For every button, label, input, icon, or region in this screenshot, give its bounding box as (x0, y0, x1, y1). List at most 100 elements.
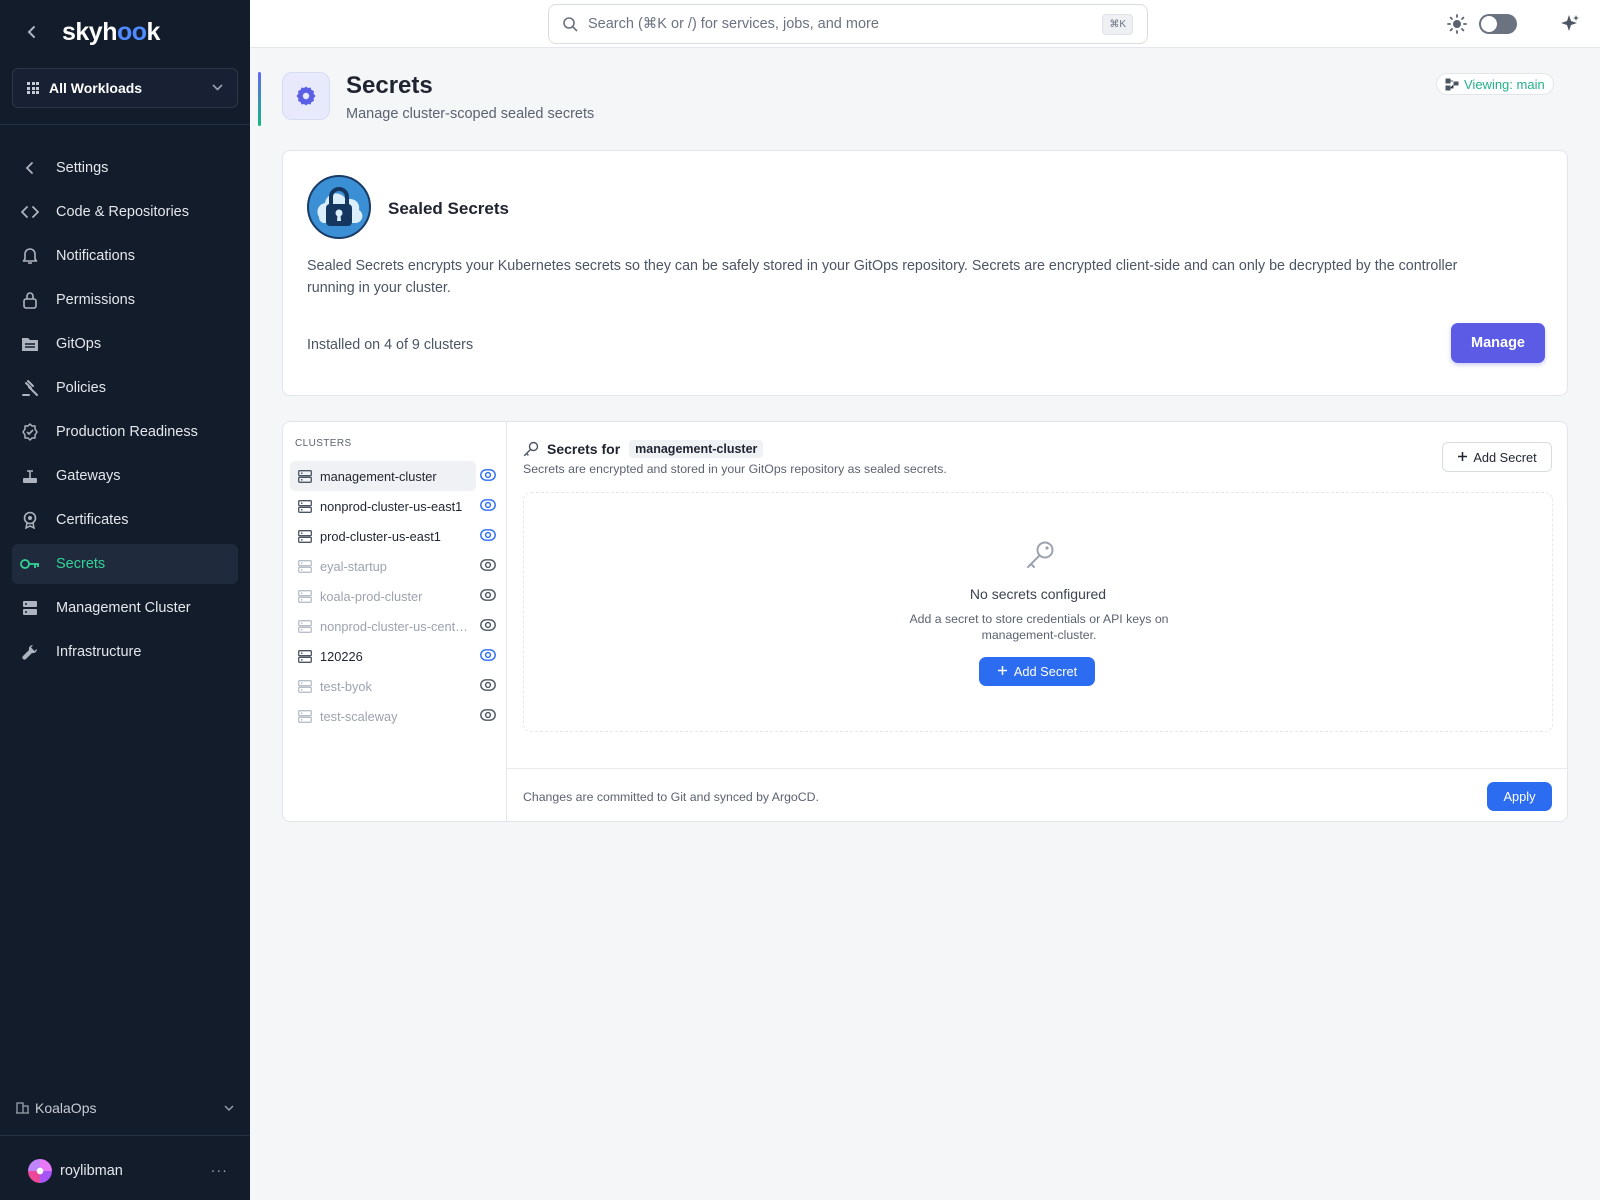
router-icon (20, 466, 40, 486)
cluster-item[interactable]: nonprod-cluster-us-central1 (290, 611, 500, 641)
sidebar-item-label: Gateways (56, 468, 121, 484)
page-title: Secrets (346, 72, 433, 99)
badge-check-icon (20, 422, 40, 442)
cluster-name: 120226 (320, 648, 363, 664)
cluster-name: management-cluster (320, 468, 437, 484)
search-shortcut-badge: ⌘K (1102, 13, 1133, 35)
sidebar-item-management-cluster[interactable]: Management Cluster (12, 588, 238, 628)
empty-state: No secrets configured Add a secret to st… (523, 492, 1553, 732)
cluster-name: test-byok (320, 678, 372, 694)
server-icon (298, 679, 312, 693)
avatar (28, 1159, 52, 1183)
sidebar-item-label: Infrastructure (56, 644, 142, 660)
cluster-item[interactable]: management-cluster (290, 461, 496, 491)
sidebar-item-notifications[interactable]: Notifications (12, 236, 238, 276)
folder-icon (20, 334, 40, 354)
user-menu[interactable]: roylibman ··· (28, 1158, 228, 1184)
sidebar-item-label: Permissions (56, 292, 135, 308)
search-input[interactable] (588, 16, 1103, 32)
add-secret-button[interactable]: Add Secret (1442, 442, 1552, 472)
server-icon (298, 499, 312, 513)
secrets-title-prefix: Secrets for (547, 441, 621, 457)
sidebar-item-certificates[interactable]: Certificates (12, 500, 238, 540)
sidebar-divider (0, 124, 250, 125)
sidebar-item-label: Certificates (56, 512, 129, 528)
sidebar-item-label: Code & Repositories (56, 204, 189, 220)
sidebar-item-gitops[interactable]: GitOps (12, 324, 238, 364)
eye-icon[interactable] (480, 709, 496, 721)
collapse-sidebar-icon[interactable] (24, 24, 40, 40)
eye-icon[interactable] (480, 619, 496, 631)
apply-button[interactable]: Apply (1487, 782, 1552, 811)
secrets-heading: Secrets for management-cluster (523, 440, 764, 458)
sealed-secrets-card: Sealed Secrets Sealed Secrets encrypts y… (282, 150, 1568, 396)
sun-icon[interactable] (1447, 14, 1467, 39)
manage-button[interactable]: Manage (1451, 323, 1545, 363)
grid-icon (27, 82, 39, 94)
sidebar-item-label: Secrets (56, 556, 106, 572)
eye-icon[interactable] (480, 529, 496, 541)
branch-icon (1445, 78, 1459, 91)
award-icon (20, 510, 40, 530)
cluster-item[interactable]: test-byok (290, 671, 500, 701)
sidebar-item-infrastructure[interactable]: Infrastructure (12, 632, 238, 672)
sidebar: skyh oo k All Workloads Settings Code & Re… (0, 0, 250, 1200)
skyhook-logo[interactable]: skyh oo k (62, 18, 160, 47)
sidebar-item-code-repositories[interactable]: Code & Repositories (12, 192, 238, 232)
eye-icon[interactable] (480, 679, 496, 691)
workspace-select[interactable]: All Workloads (12, 68, 238, 108)
cluster-item[interactable]: test-scaleway (290, 701, 500, 731)
global-search[interactable]: ⌘K (548, 4, 1148, 44)
eye-icon[interactable] (480, 559, 496, 571)
cluster-item[interactable]: prod-cluster-us-east1 (290, 521, 500, 551)
ai-sparkle-icon[interactable] (1559, 13, 1581, 40)
sidebar-item-production-readiness[interactable]: Production Readiness (12, 412, 238, 452)
server-icon (298, 619, 312, 633)
sealed-secrets-description: Sealed Secrets encrypts your Kubernetes … (307, 258, 1458, 296)
sidebar-item-gateways[interactable]: Gateways (12, 456, 238, 496)
key-icon (523, 441, 539, 457)
cluster-item[interactable]: nonprod-cluster-us-east1 (290, 491, 500, 521)
chevron-down-icon (212, 82, 223, 94)
cluster-name: test-scaleway (320, 708, 398, 724)
server-icon (298, 709, 312, 723)
empty-state-title: No secrets configured (969, 586, 1107, 602)
org-selector[interactable]: KoalaOps (16, 1096, 234, 1120)
plus-icon (1457, 450, 1468, 465)
clusters-heading: CLUSTERS (295, 438, 352, 449)
cluster-name: koala-prod-cluster (320, 588, 423, 604)
add-secret-primary-button[interactable]: Add Secret (979, 657, 1095, 686)
eye-icon[interactable] (480, 589, 496, 601)
chevron-down-icon (224, 1102, 234, 1114)
viewing-branch-label: Viewing: main (1464, 76, 1545, 92)
sidebar-divider (0, 1135, 250, 1136)
key-icon (1024, 539, 1056, 576)
cluster-item[interactable]: 120226 (290, 641, 500, 671)
sidebar-item-settings[interactable]: Settings (12, 148, 238, 188)
footer-divider (507, 768, 1567, 769)
org-name: KoalaOps (35, 1100, 97, 1116)
sidebar-item-secrets[interactable]: Secrets (12, 544, 238, 584)
cluster-item[interactable]: koala-prod-cluster (290, 581, 500, 611)
sealed-secrets-logo (307, 175, 371, 239)
plus-icon (997, 664, 1008, 679)
sidebar-item-label: Management Cluster (56, 600, 191, 616)
topbar: ⌘K (250, 0, 1600, 48)
add-secret-label: Add Secret (1013, 664, 1078, 679)
install-status: Installed on 4 of 9 clusters (307, 337, 474, 353)
sidebar-item-policies[interactable]: Policies (12, 368, 238, 408)
more-options-icon[interactable]: ··· (211, 1163, 229, 1179)
bell-icon (20, 246, 40, 266)
theme-toggle[interactable] (1479, 14, 1517, 34)
settings-nav: Settings Code & Repositories Notificatio… (12, 148, 238, 676)
eye-icon[interactable] (480, 499, 496, 511)
cluster-item[interactable]: eyal-startup (290, 551, 500, 581)
key-icon (20, 554, 40, 574)
cluster-name: prod-cluster-us-east1 (320, 528, 441, 544)
branch-badge[interactable]: Viewing: main (1436, 73, 1554, 95)
cluster-name: eyal-startup (320, 558, 387, 574)
cluster-chip: management-cluster (629, 440, 764, 458)
sidebar-item-permissions[interactable]: Permissions (12, 280, 238, 320)
eye-icon[interactable] (480, 649, 496, 661)
eye-icon[interactable] (480, 469, 496, 481)
